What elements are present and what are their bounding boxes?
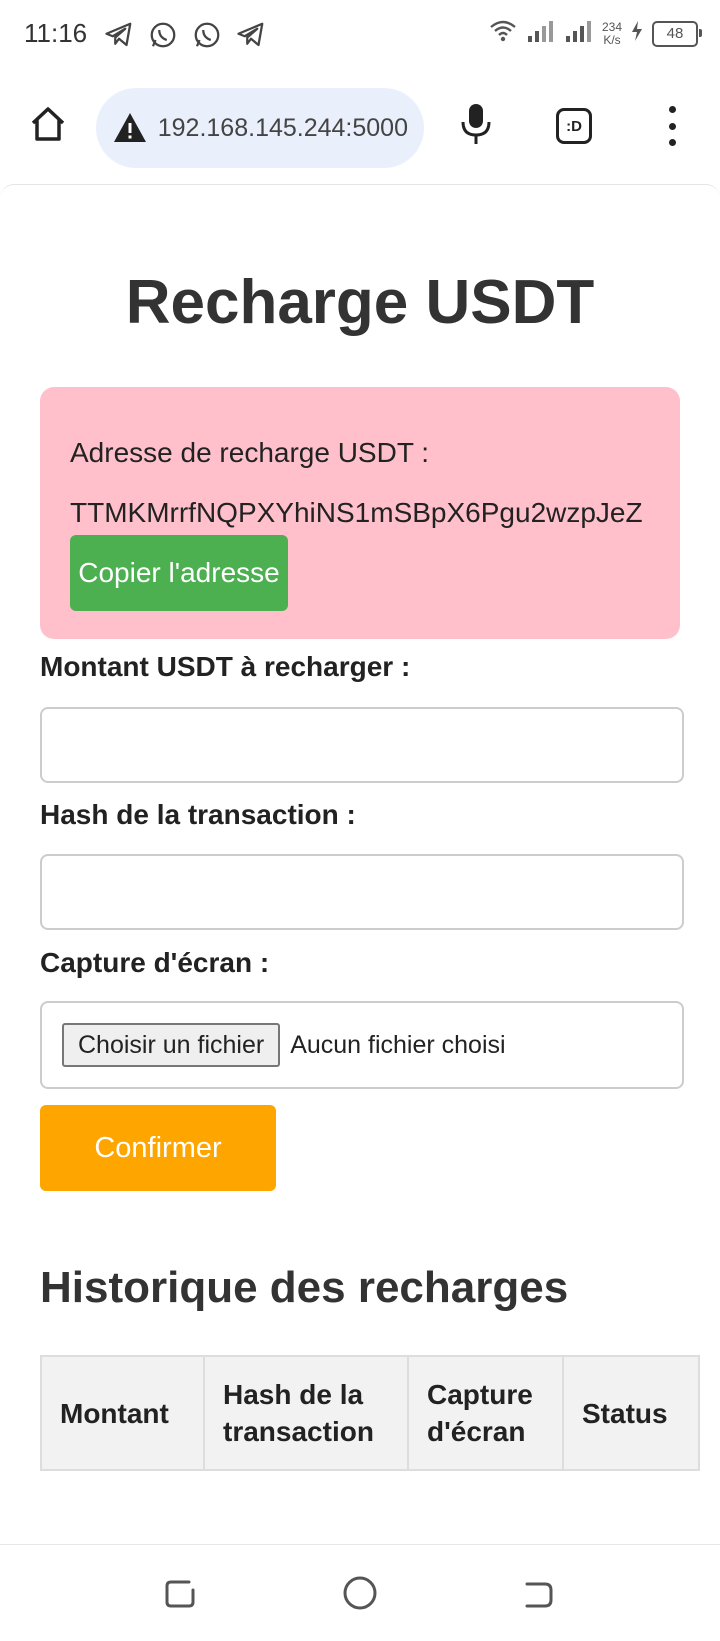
url-text[interactable]: 192.168.145.244:5000 — [158, 114, 408, 143]
choose-file-button[interactable]: Choisir un fichier — [62, 1023, 281, 1067]
charging-icon — [630, 20, 644, 47]
menu-dot — [668, 122, 676, 130]
home-icon — [31, 107, 65, 141]
address-label: Adresse de recharge USDT : — [70, 437, 429, 468]
warning-icon[interactable] — [112, 110, 148, 146]
back-icon — [525, 1582, 553, 1608]
signal-icon — [564, 18, 594, 49]
amount-label: Montant USDT à recharger : — [40, 651, 411, 682]
tab-count: :D — [566, 117, 582, 135]
speed-unit: K/s — [603, 32, 621, 47]
deposit-address-box: Adresse de recharge USDT : TTMKMrrfNQPXY… — [40, 387, 680, 639]
browser-toolbar: 192.168.145.244:5000 :D — [0, 80, 720, 176]
signal-icon — [526, 18, 556, 49]
telegram-icon — [236, 20, 268, 52]
menu-dot — [668, 139, 676, 146]
speed-value: 234 — [601, 19, 622, 34]
menu-button[interactable] — [660, 106, 684, 146]
back-button[interactable] — [518, 1573, 558, 1613]
file-status: Aucun fichier choisi — [290, 1030, 506, 1059]
system-icons: 234 K/s 48 — [488, 18, 702, 49]
screenshot-label: Capture d'écran : — [40, 947, 270, 978]
confirm-button[interactable]: Confirmer — [40, 1105, 276, 1191]
address-bar[interactable]: 192.168.145.244:5000 — [96, 88, 424, 168]
history-title: Historique des recharges — [40, 1263, 569, 1312]
voice-search-button[interactable] — [456, 102, 496, 146]
wifi-icon — [488, 18, 518, 49]
network-speed: 234 K/s — [601, 19, 622, 47]
tab-switcher-button[interactable]: :D — [556, 108, 592, 144]
whatsapp-icon — [192, 20, 224, 52]
page-title: Recharge USDT — [125, 268, 595, 337]
hash-label: Hash de la transaction : — [40, 799, 356, 830]
home-button[interactable] — [26, 102, 70, 146]
notification-icons — [104, 20, 268, 52]
telegram-icon — [104, 20, 136, 52]
recent-apps-icon — [165, 1580, 195, 1608]
whatsapp-icon — [148, 20, 180, 52]
status-bar: 11:16 234 K/s 48 — [0, 0, 720, 72]
battery-icon: 48 — [652, 20, 702, 47]
amount-input[interactable] — [40, 707, 684, 783]
home-nav-button[interactable] — [340, 1573, 380, 1613]
menu-dot — [668, 106, 676, 113]
history-table: Montant Hash de la transaction Capture d… — [40, 1355, 700, 1471]
battery-level: 48 — [666, 25, 684, 42]
home-circle-icon — [343, 1576, 377, 1610]
column-header-screenshot: Capture d'écran — [407, 1355, 564, 1471]
recent-apps-button[interactable] — [160, 1573, 200, 1613]
status-time: 11:16 — [24, 18, 88, 48]
copy-address-button[interactable]: Copier l'adresse — [70, 535, 288, 611]
web-page: Recharge USDT Adresse de recharge USDT :… — [0, 184, 720, 1545]
column-header-amount: Montant — [40, 1355, 205, 1471]
column-header-status: Status — [562, 1355, 700, 1471]
microphone-icon — [461, 104, 491, 144]
system-nav-bar — [0, 1544, 720, 1641]
hash-input[interactable] — [40, 854, 684, 930]
table-header-row: Montant Hash de la transaction Capture d… — [40, 1355, 700, 1471]
usdt-address: TTMKMrrfNQPXYhiNS1mSBpX6Pgu2wzpJeZ — [70, 497, 643, 528]
screenshot-file-input: Choisir un fichier Aucun fichier choisi — [40, 1001, 684, 1089]
column-header-hash: Hash de la transaction — [203, 1355, 409, 1471]
